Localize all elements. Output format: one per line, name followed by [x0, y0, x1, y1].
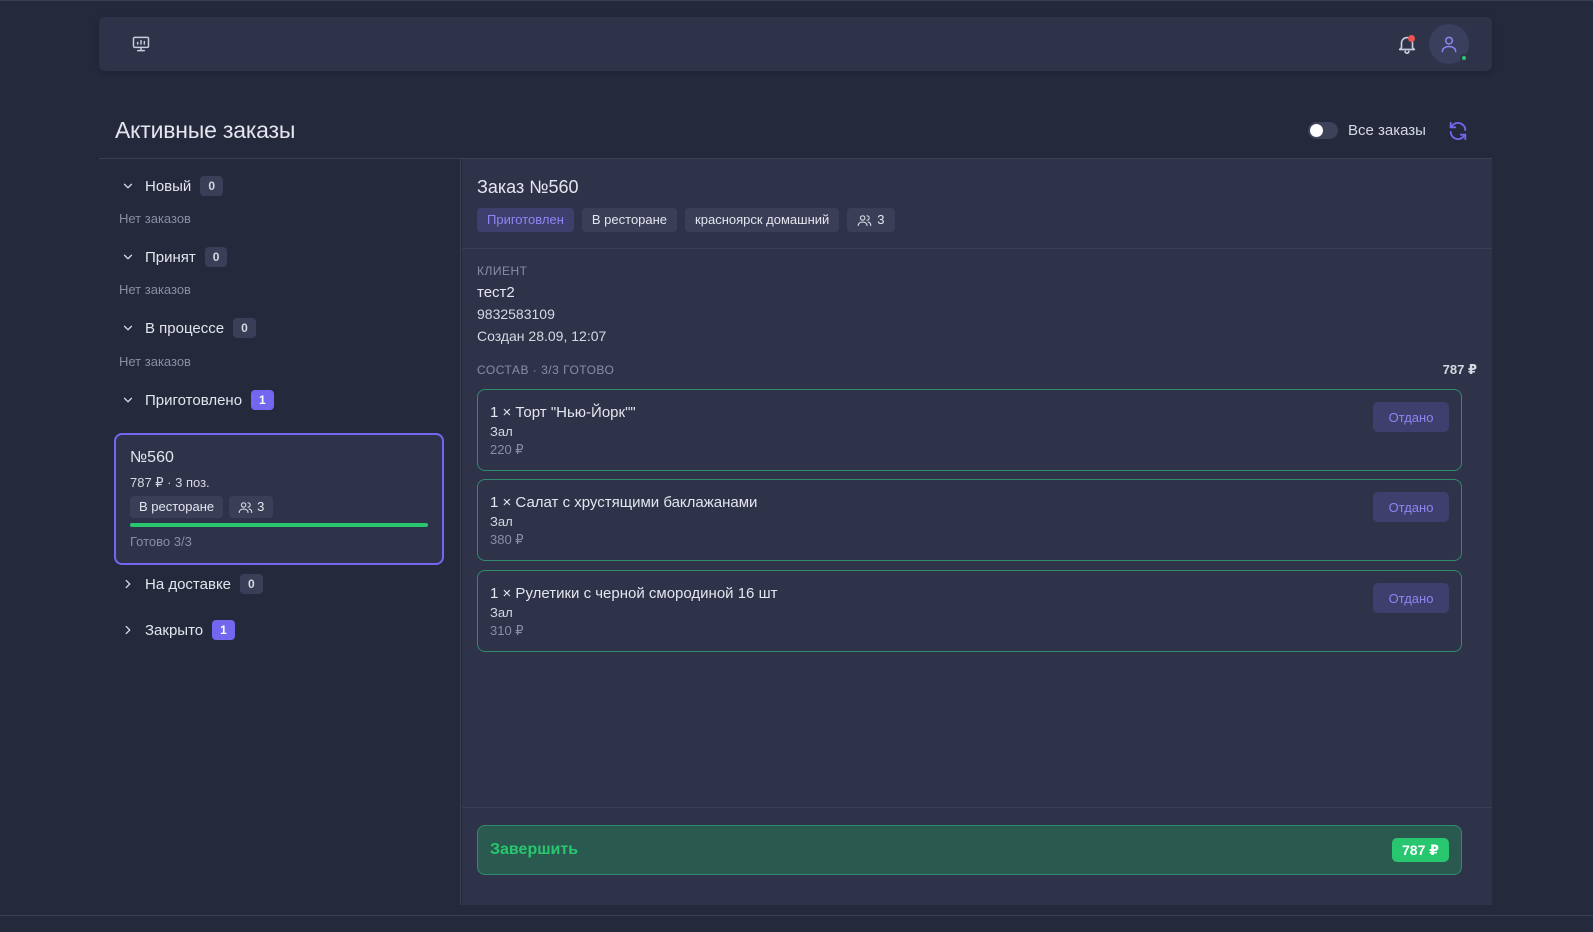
users-icon	[238, 501, 253, 513]
online-status-dot	[1460, 54, 1468, 62]
refresh-icon	[1449, 121, 1467, 141]
finish-total-badge: 787 ₽	[1392, 838, 1449, 862]
group-count: 1	[251, 390, 274, 410]
order-type-badge: В ресторане	[581, 208, 678, 232]
group-label: Приготовлено	[145, 391, 243, 409]
group-in-progress[interactable]: В процессе 0	[121, 317, 256, 339]
group-label: Закрыто	[145, 621, 204, 639]
client-name: тест2	[477, 284, 515, 301]
group-label: Принят	[145, 248, 196, 266]
avatar[interactable]	[1429, 24, 1469, 64]
group-count: 0	[240, 574, 263, 594]
item-place: Зал	[490, 424, 513, 439]
order-item: 1 × Салат с хрустящими баклажанами Зал 3…	[477, 479, 1462, 561]
finish-label: Завершить	[490, 841, 579, 858]
order-meta: 787 ₽ · 3 поз.	[130, 475, 210, 490]
empty-message: Нет заказов	[119, 282, 191, 297]
order-number: №560	[130, 449, 174, 466]
order-item: 1 × Рулетики с черной смородиной 16 шт З…	[477, 570, 1462, 652]
empty-message: Нет заказов	[119, 354, 191, 369]
toggle-knob	[1310, 124, 1323, 137]
notification-badge	[1408, 35, 1415, 42]
empty-message: Нет заказов	[119, 211, 191, 226]
monitor-icon[interactable]	[131, 34, 151, 54]
bottom-bar	[0, 915, 1593, 932]
guests-count: 3	[257, 499, 265, 514]
group-cooked[interactable]: Приготовлено 1	[121, 389, 274, 411]
users-icon	[857, 214, 872, 226]
ready-progress-bar	[130, 523, 428, 527]
orders-board: Новый 0 Нет заказов Принят 0 Нет заказов…	[99, 158, 1492, 905]
item-price: 310 ₽	[490, 623, 524, 638]
composition-section-label: СОСТАВ · 3/3 ГОТОВО	[477, 363, 615, 377]
group-count: 0	[200, 176, 223, 196]
served-button[interactable]: Отдано	[1373, 402, 1449, 432]
item-place: Зал	[490, 514, 513, 529]
served-button[interactable]: Отдано	[1373, 583, 1449, 613]
order-card-560[interactable]: №560 787 ₽ · 3 поз. В ресторане 3 Готово…	[114, 433, 444, 565]
group-delivery[interactable]: На доставке 0	[121, 573, 263, 595]
all-orders-toggle[interactable]	[1308, 122, 1338, 139]
chevron-down-icon	[123, 325, 133, 331]
order-created-time: Создан 28.09, 12:07	[477, 328, 607, 344]
order-groups-panel: Новый 0 Нет заказов Принят 0 Нет заказов…	[99, 159, 461, 905]
location-badge: красноярск домашний	[685, 208, 840, 232]
order-details-panel: Заказ №560 Приготовлен В ресторане красн…	[462, 159, 1492, 905]
item-title: 1 × Салат с хрустящими баклажанами	[490, 494, 758, 511]
chevron-right-icon	[125, 579, 131, 589]
group-label: В процессе	[145, 319, 225, 337]
group-accepted[interactable]: Принят 0	[121, 246, 228, 268]
guests-badge: 3	[847, 208, 895, 232]
divider	[462, 248, 1492, 249]
status-badge: Приготовлен	[477, 208, 574, 232]
order-item: 1 × Торт "Нью-Йорк"" Зал 220 ₽ Отдано	[477, 389, 1462, 471]
item-price: 380 ₽	[490, 532, 524, 547]
guests-count: 3	[877, 212, 885, 227]
chevron-down-icon	[123, 397, 133, 403]
group-count: 0	[233, 318, 256, 338]
item-title: 1 × Рулетики с черной смородиной 16 шт	[490, 585, 778, 602]
group-new[interactable]: Новый 0	[121, 175, 223, 197]
notifications-button[interactable]	[1396, 33, 1418, 55]
refresh-button[interactable]	[1447, 120, 1469, 142]
item-place: Зал	[490, 605, 513, 620]
divider	[462, 807, 1492, 808]
guests-chip: 3	[229, 496, 274, 518]
all-orders-toggle-label[interactable]: Все заказы	[1348, 122, 1426, 139]
chevron-right-icon	[125, 625, 131, 635]
group-count: 0	[204, 247, 228, 267]
group-label: На доставке	[145, 575, 232, 593]
served-button[interactable]: Отдано	[1373, 492, 1449, 522]
order-type-chip: В ресторане	[130, 496, 224, 518]
item-title: 1 × Торт "Нью-Йорк""	[490, 404, 636, 421]
item-price: 220 ₽	[490, 442, 524, 457]
group-label: Новый	[145, 177, 192, 195]
user-icon	[1441, 36, 1457, 53]
order-title: Заказ №560	[477, 177, 579, 197]
client-section-label: КЛИЕНТ	[477, 264, 528, 278]
chevron-down-icon	[123, 254, 133, 260]
finish-order-button[interactable]: Завершить 787 ₽	[477, 825, 1462, 875]
page-title: Активные заказы	[115, 117, 296, 143]
client-phone[interactable]: 9832583109	[477, 306, 555, 322]
group-closed[interactable]: Закрыто 1	[121, 619, 235, 641]
group-count: 1	[212, 620, 235, 640]
top-navbar	[99, 17, 1492, 71]
composition-total: 787 ₽	[1442, 362, 1477, 377]
ready-status: Готово 3/3	[130, 534, 192, 549]
chevron-down-icon	[123, 183, 133, 189]
ready-progress-fill	[130, 523, 428, 527]
